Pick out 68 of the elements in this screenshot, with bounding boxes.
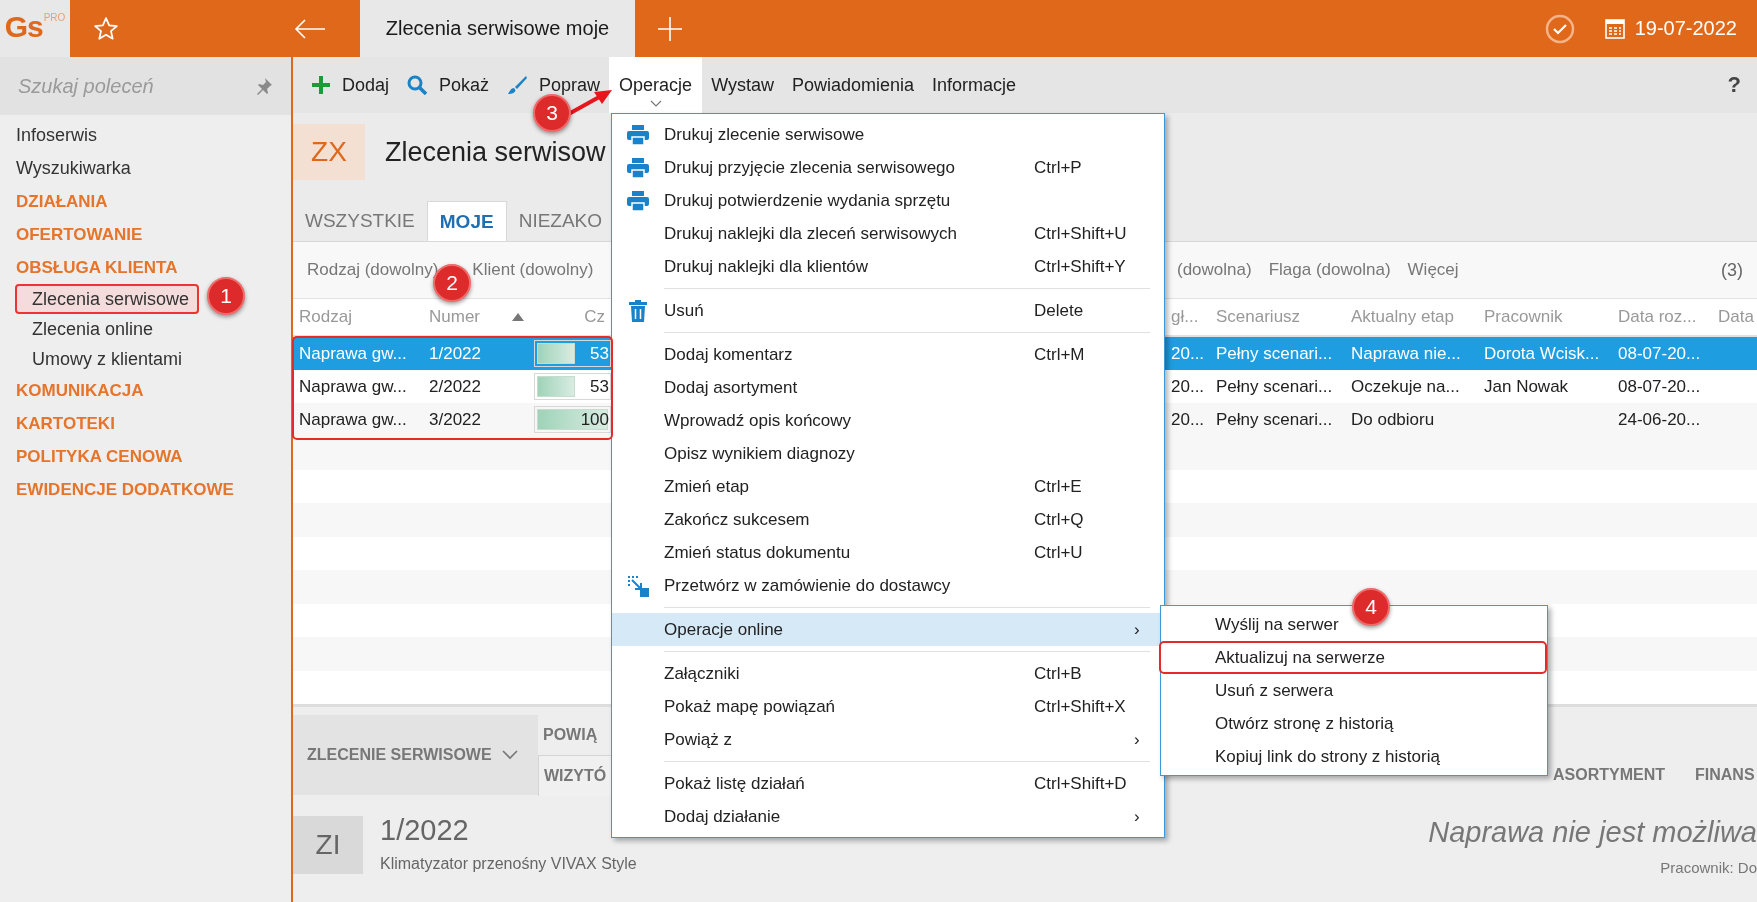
table-cell-text: 3/2022 [428,409,482,430]
menu-item-label: Zakończ sukcesem [664,509,811,530]
table-cell-text: Naprawa gw... [298,343,408,364]
document-code: ZX [293,124,365,180]
device-name: Klimatyzator przenośny VIVAX Style [380,855,637,873]
page-title: Zlecenia serwisow [385,136,606,168]
submenu-arrow: › [1134,806,1140,826]
menu-item-label: Zmień etap [664,476,751,497]
table-cell-text: 08-07-20... [1617,343,1702,364]
menu-item-label: Drukuj potwierdzenie wydania sprzętu [664,190,952,211]
menu-item-label: Drukuj naklejki dla zleceń serwisowych [664,223,958,244]
submenu-arrow: › [1134,729,1140,749]
table-cell-text: 24-06-20... [1617,409,1702,430]
table-cell-text: Pełny scenari... [1215,376,1334,397]
progress-value: 53 [590,376,609,397]
menu-item-label: Drukuj naklejki dla klientów [664,256,870,277]
table-cell-text: Pełny scenari... [1215,343,1334,364]
menu-item-label: Dodaj asortyment [664,377,799,398]
menu-item-label: Dodaj komentarz [664,344,794,365]
menu-item-label: Wprowadź opis końcowy [664,410,853,431]
shortcut-label: Ctrl+B [1034,663,1082,683]
table-cell-text: Dorota Wcisk... [1483,343,1601,364]
table-cell-text: Oczekuje na... [1350,376,1461,397]
menu-item-label: Dodaj działanie [664,806,782,827]
shortcut-label: Ctrl+U [1034,542,1083,562]
table-cell-text: Jan Nowak [1483,376,1570,397]
table-cell-text: 20... [1170,409,1206,430]
submenu-arrow: › [1134,619,1140,639]
menu-item-label: Opisz wynikiem diagnozy [664,443,856,464]
menu-item-label: Przetwórz w zamówienie do dostawcy [664,575,952,596]
menu-item-label: Pokaż mapę powiązań [664,696,837,717]
logo: Gs [4,10,43,44]
status-text: Naprawa nie jest możliwa [1428,816,1757,849]
table-cell-text: 20... [1170,376,1206,397]
progress-value: 53 [590,343,609,364]
date-label: 19-07-2022 [1634,17,1737,40]
record-count: (3) [1721,259,1743,281]
table-cell-text: 08-07-20... [1617,376,1702,397]
shortcut-label: Ctrl+Shift+D [1034,773,1127,793]
employee-label: Pracownik: Do [1660,859,1757,876]
shortcut-label: Ctrl+E [1034,476,1082,496]
shortcut-label: Ctrl+M [1034,344,1085,364]
table-cell-text: Naprawa gw... [298,409,408,430]
shortcut-label: Ctrl+Shift+X [1034,696,1126,716]
shortcut-label: Ctrl+Q [1034,509,1084,529]
shortcut-label: Delete [1034,300,1084,320]
menu-item-label: Operacje online [664,619,785,640]
menu-item-label: Drukuj przyjęcie zlecenia serwisowego [664,157,956,178]
document-code: ZI [293,816,363,874]
table-cell-text: 1/2022 [428,343,482,364]
menu-item-label: Zmień status dokumentu [664,542,852,563]
menu-item-label: Drukuj zlecenie serwisowe [664,124,866,145]
table-cell-text: 20... [1170,343,1206,364]
document-number: 1/2022 [380,814,470,847]
table-cell-text: Do odbioru [1350,409,1436,430]
shortcut-label: Ctrl+Shift+Y [1034,256,1126,276]
table-cell-text: Naprawa nie... [1350,343,1462,364]
progress-value: 100 [580,409,609,430]
menu-item-label: Załączniki [664,663,741,684]
menu-item-label: Usuń [664,300,705,321]
table-cell-text: Naprawa gw... [298,376,408,397]
table-cell-text: 2/2022 [428,376,482,397]
logo-suffix-label: PRO [43,12,66,23]
menu-item-label: Pokaż listę działań [664,773,806,794]
shortcut-label: Ctrl+Shift+U [1034,223,1127,243]
table-cell-text: Pełny scenari... [1215,409,1334,430]
shortcut-label: Ctrl+P [1034,157,1082,177]
menu-item-label: Powiąż z [664,729,734,750]
